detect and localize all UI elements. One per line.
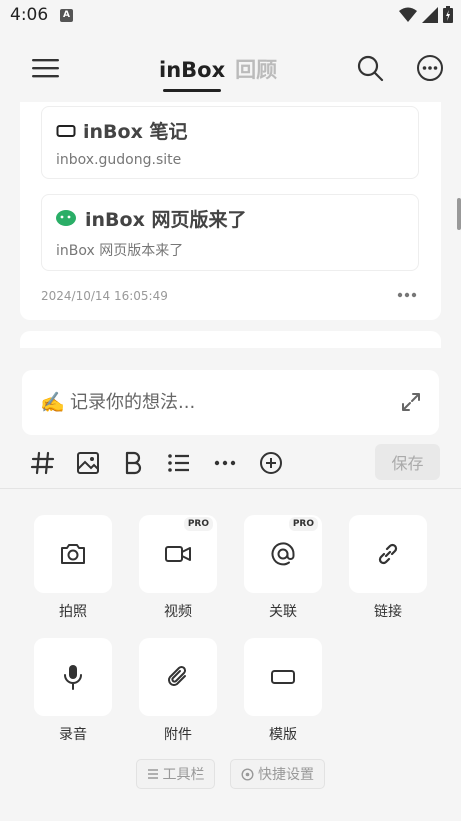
more-tools-icon[interactable] <box>212 450 238 476</box>
save-button[interactable]: 保存 <box>375 444 440 480</box>
search-icon[interactable] <box>356 54 384 82</box>
status-time: 4:06 <box>10 5 49 25</box>
quick-settings-chip[interactable]: 快捷设置 <box>230 759 325 789</box>
chip-label: 快捷设置 <box>258 767 314 783</box>
link-title: inBox 网页版来了 <box>85 209 247 231</box>
list-icon[interactable] <box>166 450 192 476</box>
tab-inbox[interactable]: inBox <box>159 58 225 92</box>
settings-circle-icon <box>241 767 254 781</box>
mic-icon <box>64 665 82 690</box>
grid-item-link[interactable]: 链接 <box>349 515 427 621</box>
status-bar: 4:06 A <box>0 0 461 32</box>
expand-icon[interactable] <box>401 392 421 412</box>
image-icon[interactable] <box>75 450 101 476</box>
grid-label: 附件 <box>164 727 192 743</box>
grid-label: 拍照 <box>59 604 87 620</box>
editor-toolbar: 保存 <box>0 444 461 484</box>
grid-item-video[interactable]: PRO 视频 <box>139 515 217 621</box>
template-icon <box>56 124 76 137</box>
paperclip-icon <box>168 665 187 686</box>
more-options-icon[interactable] <box>416 54 444 82</box>
video-icon <box>165 546 191 562</box>
grid-label: 视频 <box>164 604 192 620</box>
grid-item-mention[interactable]: PRO 关联 <box>244 515 322 621</box>
pro-badge: PRO <box>183 517 213 531</box>
grid-item-template[interactable]: 模版 <box>244 638 322 744</box>
template-icon <box>271 670 295 684</box>
grid-label: 链接 <box>374 604 402 620</box>
pro-badge: PRO <box>288 517 318 531</box>
app-header: inBox 回顾 <box>0 38 461 98</box>
scrollbar-thumb[interactable] <box>457 198 461 230</box>
link-title: inBox 笔记 <box>83 121 188 143</box>
wifi-icon <box>399 7 417 22</box>
link-card-web-version[interactable]: inBox 网页版来了 inBox 网页版本来了 <box>41 194 419 271</box>
notification-a-icon: A <box>60 9 73 22</box>
signal-icon <box>422 6 438 23</box>
grid-item-attachment[interactable]: 附件 <box>139 638 217 744</box>
note-input[interactable] <box>22 370 382 435</box>
link-subtitle: inbox.gudong.site <box>56 152 182 168</box>
add-circle-icon[interactable] <box>258 450 284 476</box>
link-icon <box>378 543 398 565</box>
note-timestamp: 2024/10/14 16:05:49 <box>41 289 168 303</box>
link-subtitle: inBox 网页版本来了 <box>56 243 184 259</box>
wechat-icon <box>56 209 76 226</box>
tab-review[interactable]: 回顾 <box>235 54 277 84</box>
chip-label: 工具栏 <box>162 767 205 783</box>
menu-icon[interactable] <box>32 54 60 82</box>
note-card[interactable] <box>20 331 441 348</box>
camera-icon <box>61 544 85 564</box>
note-more-icon[interactable] <box>397 292 417 298</box>
note-editor: ✍️ <box>22 370 439 435</box>
grid-label: 录音 <box>59 727 87 743</box>
toolbar-settings-chip[interactable]: 工具栏 <box>136 759 215 789</box>
header-tabs: inBox 回顾 <box>159 54 277 92</box>
battery-icon <box>443 6 453 23</box>
grid-item-audio[interactable]: 录音 <box>34 638 112 744</box>
grid-label: 模版 <box>269 727 297 743</box>
attachment-panel: 拍照 PRO 视频 PRO 关联 链接 录音 附件 模版 工具栏 快捷设置 <box>0 488 461 821</box>
menu-lines-icon <box>147 769 158 779</box>
note-card[interactable]: inBox 笔记 inbox.gudong.site inBox 网页版来了 i… <box>20 102 441 320</box>
grid-label: 关联 <box>269 604 297 620</box>
hashtag-icon[interactable] <box>30 450 56 476</box>
at-icon <box>271 542 295 566</box>
status-icons <box>399 6 453 23</box>
bold-icon[interactable] <box>120 450 146 476</box>
link-card-inbox-notes[interactable]: inBox 笔记 inbox.gudong.site <box>41 106 419 179</box>
note-feed[interactable]: inBox 笔记 inbox.gudong.site inBox 网页版来了 i… <box>0 102 461 348</box>
grid-item-photo[interactable]: 拍照 <box>34 515 112 621</box>
